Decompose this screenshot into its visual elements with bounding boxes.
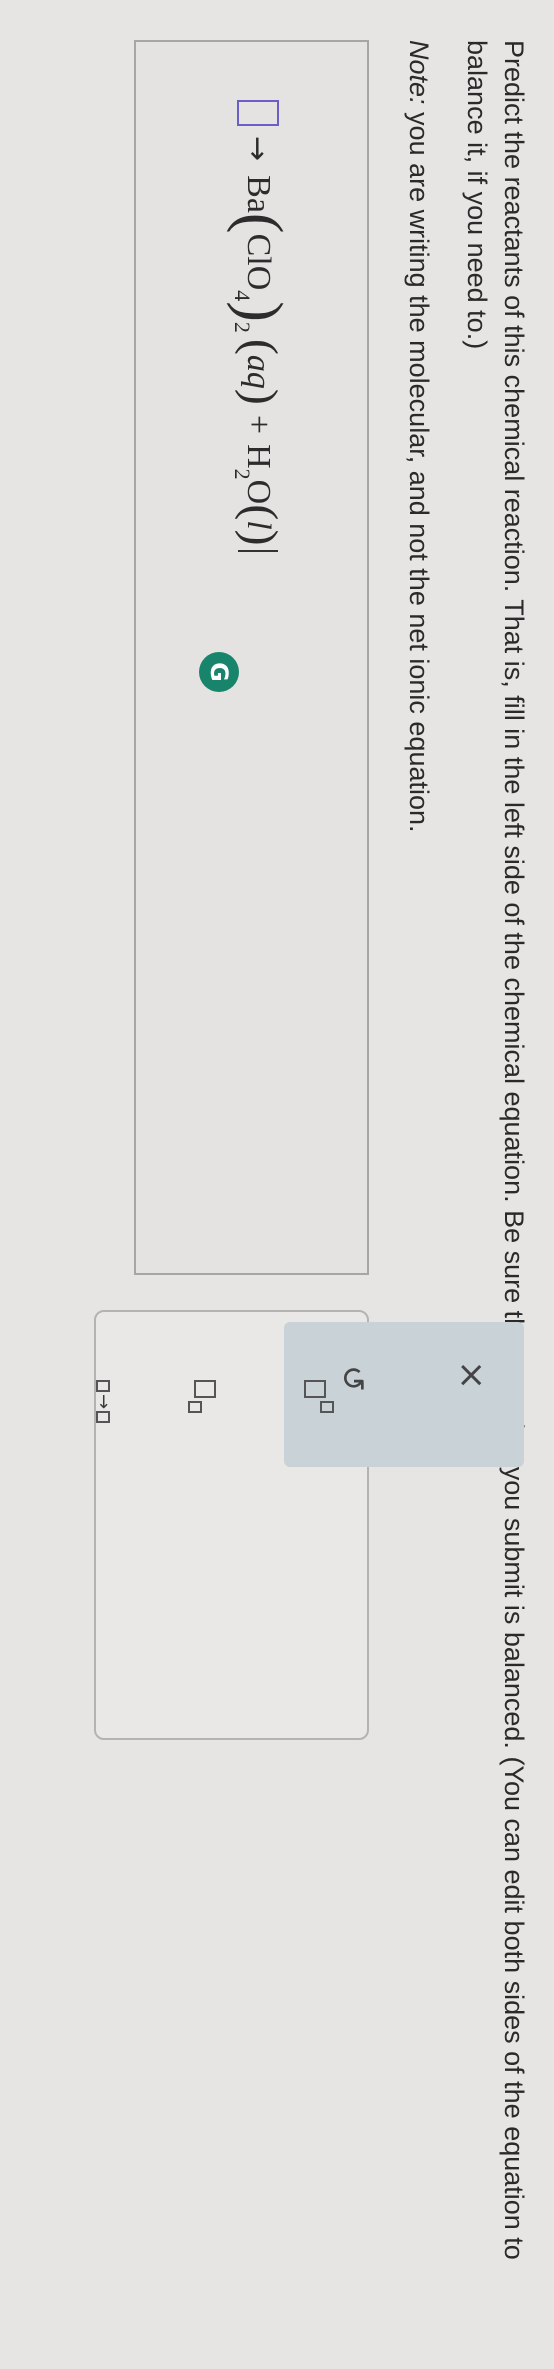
reactant-input-slot[interactable] xyxy=(237,100,279,126)
product1-state: aq xyxy=(240,354,277,389)
question-prompt: Predict the reactants of this chemical r… xyxy=(462,40,529,2260)
product2-h: H xyxy=(240,444,277,469)
product2-state: l xyxy=(240,520,277,530)
clear-button[interactable]: × xyxy=(451,1360,492,1390)
product1-group: ClO xyxy=(240,233,277,291)
paren-close: ) xyxy=(226,301,294,322)
grammar-badge-icon[interactable]: G xyxy=(199,652,239,692)
product2-h-sub: 2 xyxy=(230,468,255,480)
reaction-arrow: → xyxy=(240,136,276,162)
paren-open: ( xyxy=(226,212,294,234)
undo-button[interactable]: ↺ xyxy=(334,1365,372,1392)
state-paren-open: ( xyxy=(234,338,287,355)
chemical-equation: → Ba ( ClO 4 ) 2 ( aq ) + H 2 O ( l ) xyxy=(226,100,294,552)
note-label: Note: xyxy=(404,40,434,105)
product1-element: Ba xyxy=(240,175,277,213)
page: Predict the reactants of this chemical r… xyxy=(0,0,554,2369)
product1-sub-outer: 2 xyxy=(230,321,255,333)
state-paren-close: ) xyxy=(234,388,287,405)
note-text: you are writing the molecular, and not t… xyxy=(404,104,434,833)
product2-o: O xyxy=(240,479,277,505)
state2-paren-close: ) xyxy=(234,529,287,546)
subscript-icon[interactable] xyxy=(188,1380,216,1413)
superscript-icon[interactable] xyxy=(304,1380,334,1413)
product1-sub-inner: 4 xyxy=(230,290,255,302)
reaction-arrow-icon[interactable]: → xyxy=(93,1380,114,1424)
text-cursor xyxy=(238,549,278,552)
plus-sign: + xyxy=(240,414,277,435)
state2-paren-open: ( xyxy=(234,504,287,521)
question-note: Note: you are writing the molecular, and… xyxy=(403,40,434,833)
